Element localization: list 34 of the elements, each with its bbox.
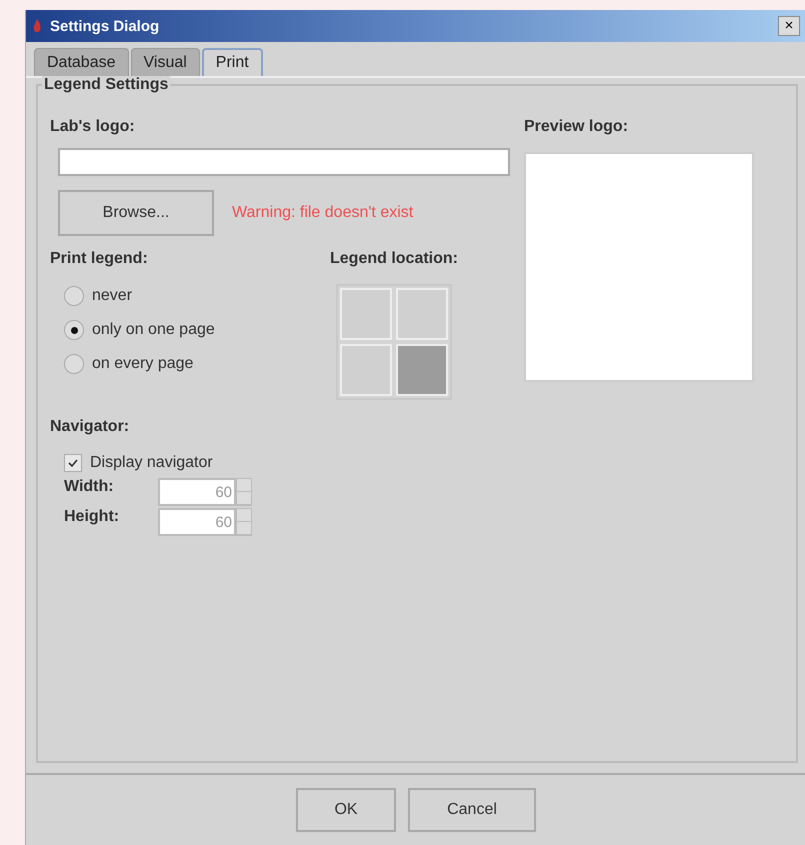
section-label: Legend location: [330,250,458,268]
location-cell[interactable] [396,344,448,396]
field-label: Lab's logo: [50,118,135,136]
location-cell[interactable] [340,344,392,396]
radio-button[interactable] [64,354,84,374]
spinner-arrows-icon[interactable] [236,478,252,506]
tab[interactable]: Visual [130,48,200,76]
radio-label[interactable]: only on one page [92,321,215,339]
checkbox-label[interactable]: Display navigator [90,454,213,472]
section-label: Print legend: [50,250,148,268]
spinner-arrows-icon[interactable] [236,508,252,536]
close-button[interactable]: × [778,16,800,36]
field-label: Width: [64,478,115,496]
dialog-button[interactable]: OK [296,788,396,832]
radio-button[interactable] [64,286,84,306]
section-label: Navigator: [50,418,130,436]
radio-button[interactable] [64,320,84,340]
warning-text: Warning: file doesn't exist [232,204,414,222]
browse-button[interactable]: Browse... [58,190,214,236]
field-label: Preview logo: [524,118,628,136]
flame-icon [32,18,42,34]
checkmark-icon [68,458,78,468]
window-title: Settings Dialog [50,18,160,34]
location-cell[interactable] [396,288,448,340]
input-field[interactable] [58,148,510,176]
group-title: Legend Settings [42,76,170,94]
tab[interactable]: Database [34,48,128,76]
location-cell[interactable] [340,288,392,340]
dialog-button[interactable]: Cancel [408,788,536,832]
tab[interactable]: Print [202,48,263,76]
field-label: Height: [64,508,120,526]
radio-label[interactable]: on every page [92,355,194,373]
checkbox[interactable] [64,454,82,472]
radio-label[interactable]: never [92,287,132,305]
